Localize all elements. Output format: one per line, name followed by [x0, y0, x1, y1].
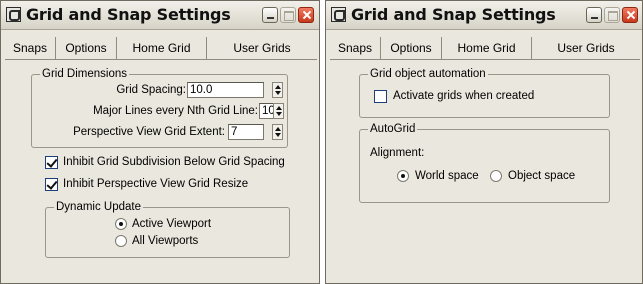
grid-spacing-input[interactable]: 10.0: [187, 82, 264, 98]
perspective-extent-label: Perspective View Grid Extent:: [73, 126, 225, 138]
grid-object-automation-group: Grid object automation Activate grids wh…: [359, 67, 610, 118]
tab-strip: Snaps Options Home Grid User Grids: [330, 37, 640, 60]
tab-user-grids[interactable]: User Grids: [206, 37, 317, 59]
inhibit-subdivision-label: Inhibit Grid Subdivision Below Grid Spac…: [63, 156, 285, 168]
active-viewport-label: Active Viewport: [132, 218, 212, 230]
tab-snaps[interactable]: Snaps: [330, 37, 380, 59]
title-bar[interactable]: Grid and Snap Settings: [326, 1, 642, 30]
tab-options[interactable]: Options: [380, 37, 441, 59]
title-bar[interactable]: Grid and Snap Settings: [1, 1, 319, 30]
minimize-button[interactable]: [262, 7, 278, 23]
tab-home-grid[interactable]: Home Grid: [441, 37, 531, 59]
dynamic-update-legend: Dynamic Update: [54, 200, 144, 214]
grid-object-automation-legend: Grid object automation: [368, 67, 488, 81]
close-button[interactable]: [298, 7, 314, 23]
perspective-extent-input[interactable]: 7: [228, 124, 264, 140]
grid-dimensions-legend: Grid Dimensions: [40, 67, 129, 81]
perspective-extent-spinner[interactable]: [272, 124, 283, 140]
grid-spacing-label: Grid Spacing:: [116, 84, 186, 96]
inhibit-resize-checkbox[interactable]: [45, 178, 58, 191]
tab-options[interactable]: Options: [55, 37, 116, 59]
radio-object-space[interactable]: [490, 170, 502, 182]
maximize-button[interactable]: [280, 7, 296, 23]
grid-snap-settings-window-home-grid: Grid and Snap Settings Snaps Options Hom…: [0, 0, 320, 284]
activate-grids-label: Activate grids when created: [393, 90, 535, 102]
tab-user-grids[interactable]: User Grids: [531, 37, 640, 59]
all-viewports-label: All Viewports: [132, 235, 199, 247]
grid-dimensions-group: Grid Dimensions Grid Spacing: 10.0 Major…: [31, 67, 288, 148]
activate-grids-checkbox[interactable]: [374, 90, 387, 103]
close-button[interactable]: [622, 7, 638, 23]
radio-world-space[interactable]: [397, 170, 409, 182]
radio-all-viewports[interactable]: [115, 235, 127, 247]
world-space-label: World space: [415, 170, 479, 182]
tab-strip: Snaps Options Home Grid User Grids: [5, 37, 317, 60]
autogrid-group: AutoGrid Alignment: World space Object s…: [359, 122, 610, 203]
tab-snaps[interactable]: Snaps: [5, 37, 55, 59]
major-lines-label: Major Lines every Nth Grid Line:: [93, 105, 258, 117]
autogrid-legend: AutoGrid: [368, 122, 418, 136]
window-title: Grid and Snap Settings: [351, 5, 556, 24]
alignment-label: Alignment:: [370, 147, 425, 159]
major-lines-spinner[interactable]: [273, 103, 284, 119]
inhibit-resize-label: Inhibit Perspective View Grid Resize: [63, 178, 249, 190]
tab-home-grid[interactable]: Home Grid: [116, 37, 206, 59]
inhibit-subdivision-checkbox[interactable]: [45, 156, 58, 169]
minimize-button[interactable]: [586, 7, 602, 23]
grid-spacing-spinner[interactable]: [272, 82, 283, 98]
app-icon: [331, 7, 346, 22]
radio-active-viewport[interactable]: [115, 218, 127, 230]
window-title: Grid and Snap Settings: [26, 5, 231, 24]
object-space-label: Object space: [508, 170, 576, 182]
app-icon: [6, 7, 21, 22]
maximize-button[interactable]: [604, 7, 620, 23]
dynamic-update-group: Dynamic Update Active Viewport All Viewp…: [45, 200, 290, 258]
grid-snap-settings-window-user-grids: Grid and Snap Settings Snaps Options Hom…: [325, 0, 643, 284]
